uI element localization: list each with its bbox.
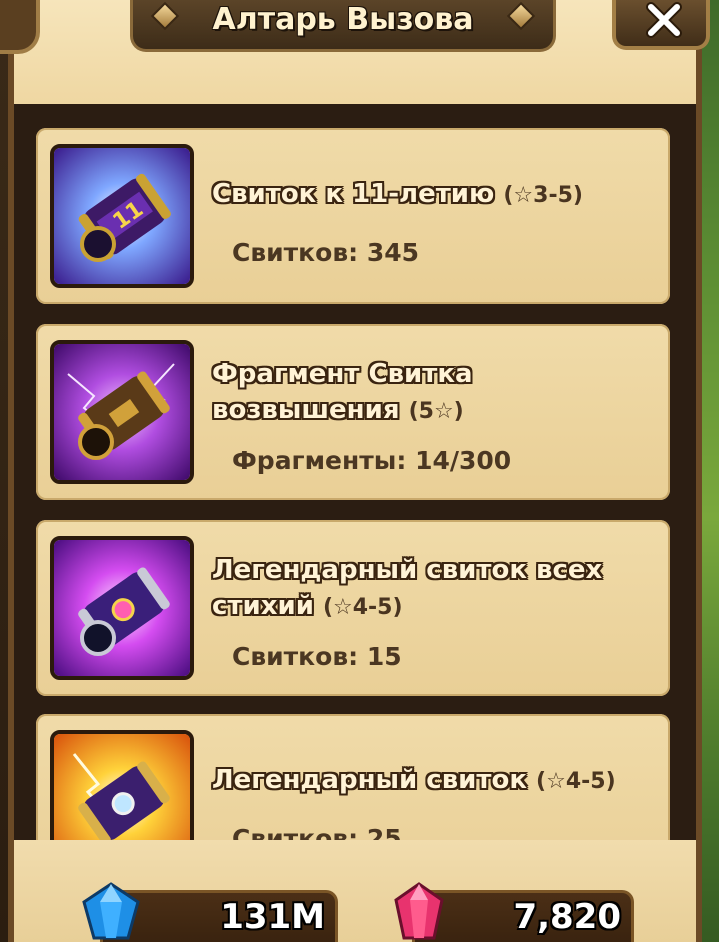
scroll-name: Фрагмент Свитка возвышения (5☆): [212, 356, 662, 430]
close-icon: [646, 2, 682, 38]
blue-crystal-icon: [82, 882, 140, 940]
scroll-name-text: Легендарный свиток всех стихий: [212, 555, 603, 621]
scroll-count: Свитков: 25: [232, 824, 402, 840]
scroll-card-legendary-all-elements[interactable]: Легендарный свиток всех стихий (☆4-5) Св…: [36, 520, 670, 696]
legendary-all-elements-scroll-icon: [50, 536, 194, 680]
fragment-count: Фрагменты: 14/300: [232, 446, 512, 475]
crystal-amount: 131M: [220, 897, 325, 937]
gem-amount: 7,820: [513, 897, 621, 937]
star-range: (☆4-5): [322, 595, 403, 620]
star-range: (5☆): [408, 399, 464, 424]
scroll-name: Свиток к 11-летию (☆3-5): [212, 176, 662, 214]
scroll-name-text: Легендарный свиток: [212, 765, 527, 795]
scroll-card-anniversary[interactable]: 11 Свиток к 11-летию (☆3-5) Свитков: 345: [36, 128, 670, 304]
pink-gem-icon: [394, 882, 444, 940]
scroll-count: Свитков: 15: [232, 642, 402, 671]
scroll-count: Свитков: 345: [232, 238, 420, 267]
anniversary-scroll-icon: 11: [50, 144, 194, 288]
scroll-name-text: Свиток к 11-летию: [212, 179, 495, 209]
page-title: Алтарь Вызова: [212, 2, 474, 37]
scroll-card-fragment[interactable]: Фрагмент Свитка возвышения (5☆) Фрагмент…: [36, 324, 670, 500]
title-plaque: Алтарь Вызова: [130, 0, 556, 52]
close-button[interactable]: [612, 0, 710, 50]
scroll-card-legendary[interactable]: Легендарный свиток (☆4-5) Свитков: 25: [36, 714, 670, 840]
corner-ornament: [0, 0, 40, 54]
scroll-name: Легендарный свиток всех стихий (☆4-5): [212, 552, 662, 626]
transcendence-scroll-fragment-icon: [50, 340, 194, 484]
scroll-name: Легендарный свиток (☆4-5): [212, 762, 662, 800]
star-range: (☆3-5): [503, 183, 583, 208]
scroll-list[interactable]: 11 Свиток к 11-летию (☆3-5) Свитков: 345: [14, 104, 696, 840]
star-range: (☆4-5): [536, 769, 616, 794]
legendary-scroll-icon: [50, 730, 194, 840]
